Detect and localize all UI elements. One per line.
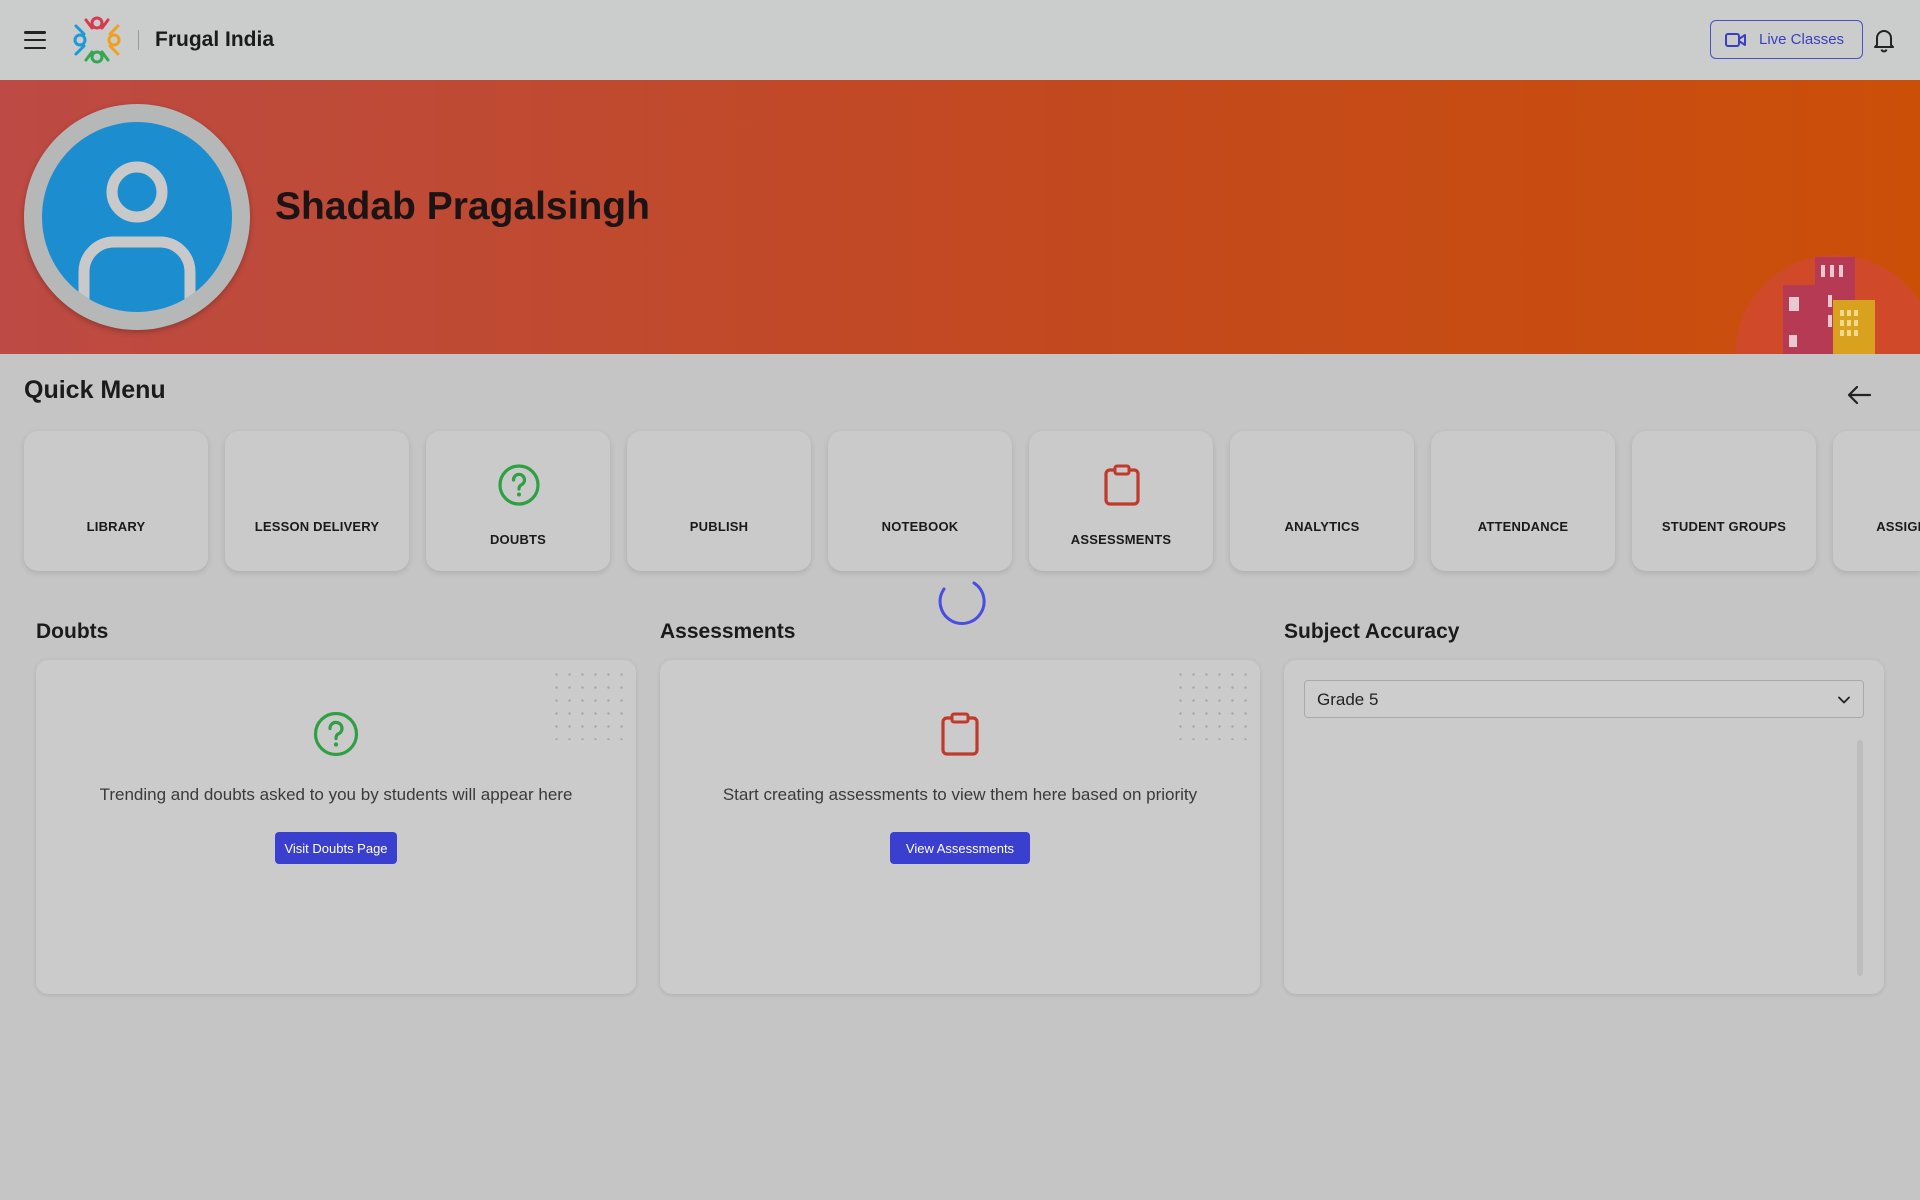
top-bar: Frugal India Live Classes xyxy=(0,0,1920,80)
live-classes-label: Live Classes xyxy=(1759,31,1845,48)
quick-menu-doubts[interactable]: DOUBTS xyxy=(426,431,610,571)
live-classes-button[interactable]: Live Classes xyxy=(1710,20,1863,59)
menu-icon[interactable] xyxy=(22,28,48,52)
video-camera-icon xyxy=(1725,32,1746,47)
tile-label: STUDENT GROUPS xyxy=(1661,519,1787,534)
chevron-down-icon xyxy=(1838,696,1850,704)
dot-pattern xyxy=(1174,668,1252,740)
tile-label: ASSESSMENTS xyxy=(1070,532,1172,547)
user-placeholder-icon xyxy=(78,161,196,312)
doubts-card: Trending and doubts asked to you by stud… xyxy=(36,660,636,994)
doubts-empty-message: Trending and doubts asked to you by stud… xyxy=(99,785,573,804)
quick-menu-title: Quick Menu xyxy=(24,376,166,404)
loading-spinner xyxy=(938,581,986,625)
assessments-card: Start creating assessments to view them … xyxy=(660,660,1260,994)
quick-menu-assignments[interactable]: ASSIGNMENTS xyxy=(1833,431,1920,571)
clipboard-icon xyxy=(1104,464,1140,506)
arrow-left-icon[interactable] xyxy=(1846,384,1872,406)
brand-name: Frugal India xyxy=(155,28,275,51)
quick-menu-library[interactable]: LIBRARY xyxy=(24,431,208,571)
assessments-empty-message: Start creating assessments to view them … xyxy=(722,785,1198,804)
profile-banner: Shadab Pragalsingh xyxy=(0,80,1920,354)
clipboard-icon xyxy=(941,712,979,756)
grade-select[interactable]: Grade 5 xyxy=(1304,680,1864,718)
quick-menu-student-groups[interactable]: STUDENT GROUPS xyxy=(1632,431,1816,571)
avatar[interactable] xyxy=(24,104,250,330)
logo-divider xyxy=(138,30,139,50)
tile-label: ATTENDANCE xyxy=(1477,519,1569,534)
frugal-india-logo xyxy=(73,16,121,64)
grade-select-value: Grade 5 xyxy=(1317,690,1379,709)
tile-label: LESSON DELIVERY xyxy=(254,519,380,534)
buildings-illustration xyxy=(1735,255,1920,354)
quick-menu-notebook[interactable]: NOTEBOOK xyxy=(828,431,1012,571)
bell-icon[interactable] xyxy=(1872,27,1896,53)
dot-pattern xyxy=(550,668,628,740)
doubts-section-title: Doubts xyxy=(36,620,109,643)
view-assessments-button[interactable]: View Assessments xyxy=(890,832,1030,864)
quick-menu-assessments[interactable]: ASSESSMENTS xyxy=(1029,431,1213,571)
question-circle-icon xyxy=(313,711,359,757)
visit-doubts-page-button[interactable]: Visit Doubts Page xyxy=(275,832,397,864)
quick-menu-attendance[interactable]: ATTENDANCE xyxy=(1431,431,1615,571)
quick-menu-publish[interactable]: PUBLISH xyxy=(627,431,811,571)
question-circle-icon xyxy=(498,464,540,506)
subject-accuracy-section-title: Subject Accuracy xyxy=(1284,620,1460,643)
tile-label: LIBRARY xyxy=(86,519,146,534)
tile-label: NOTEBOOK xyxy=(881,519,959,534)
assessments-section-title: Assessments xyxy=(660,620,796,643)
subject-accuracy-card: Grade 5 xyxy=(1284,660,1884,994)
quick-menu-analytics[interactable]: ANALYTICS xyxy=(1230,431,1414,571)
tile-label: ANALYTICS xyxy=(1284,519,1360,534)
tile-label: PUBLISH xyxy=(689,519,749,534)
profile-name: Shadab Pragalsingh xyxy=(275,185,650,228)
quick-menu-lesson-delivery[interactable]: LESSON DELIVERY xyxy=(225,431,409,571)
scrollbar[interactable] xyxy=(1857,740,1863,976)
tile-label: ASSIGNMENTS xyxy=(1876,519,1920,534)
tile-label: DOUBTS xyxy=(489,532,547,547)
